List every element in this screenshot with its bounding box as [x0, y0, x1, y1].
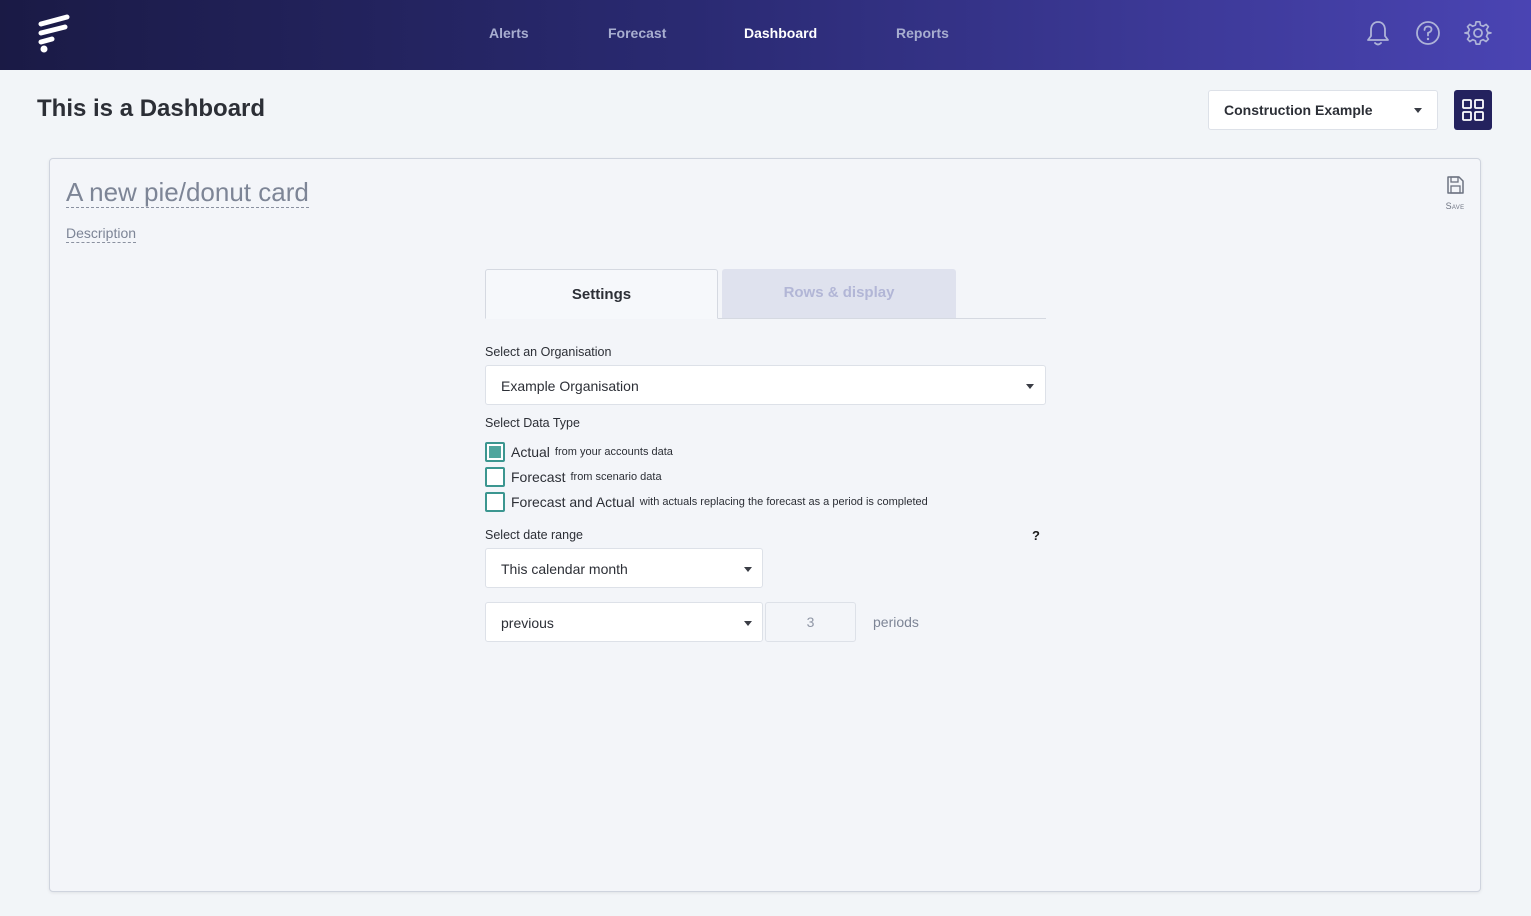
period-direction-select[interactable]: previous: [485, 602, 763, 642]
checkbox-forecast-and-actual[interactable]: [485, 492, 505, 512]
data-type-option-actual[interactable]: Actual from your accounts data: [485, 442, 673, 462]
date-range-select[interactable]: This calendar month: [485, 548, 763, 588]
nav-dashboard[interactable]: Dashboard: [744, 25, 817, 41]
periods-unit-label: periods: [873, 614, 919, 630]
top-nav-bar: Alerts Forecast Dashboard Reports: [0, 0, 1531, 70]
checkbox-actual[interactable]: [485, 442, 505, 462]
grid-icon: [1462, 99, 1484, 121]
date-range-help-icon[interactable]: ?: [1032, 528, 1040, 543]
chevron-down-icon: [744, 621, 752, 626]
data-type-option-forecast[interactable]: Forecast from scenario data: [485, 467, 662, 487]
card-title-input[interactable]: A new pie/donut card: [66, 177, 309, 208]
save-icon: [1447, 176, 1464, 194]
option-hint: with actuals replacing the forecast as a…: [639, 496, 928, 508]
option-hint: from your accounts data: [554, 446, 673, 458]
help-circle-icon[interactable]: [1415, 19, 1441, 47]
period-direction-value: previous: [501, 615, 554, 631]
organisation-label: Select an Organisation: [485, 345, 612, 359]
tab-rows-display[interactable]: Rows & display: [722, 269, 956, 318]
option-label: Forecast and Actual: [511, 494, 635, 510]
chevron-down-icon: [1026, 384, 1034, 389]
save-button[interactable]: Save: [1440, 175, 1470, 211]
tab-settings[interactable]: Settings: [485, 269, 718, 319]
date-range-label: Select date range: [485, 528, 583, 542]
organisation-select[interactable]: Example Organisation: [485, 365, 1046, 405]
date-range-select-value: This calendar month: [501, 561, 628, 577]
option-label: Actual: [511, 444, 550, 460]
option-label: Forecast: [511, 469, 566, 485]
gear-icon[interactable]: [1464, 19, 1492, 47]
dashboard-selector-value: Construction Example: [1224, 102, 1373, 118]
nav-alerts[interactable]: Alerts: [489, 25, 529, 41]
data-type-option-forecast-and-actual[interactable]: Forecast and Actual with actuals replaci…: [485, 492, 928, 512]
card-description-input[interactable]: Description: [66, 225, 137, 243]
data-type-label: Select Data Type: [485, 416, 580, 430]
card-editor: A new pie/donut card Description Save Ro…: [49, 158, 1481, 892]
dashboard-selector[interactable]: Construction Example: [1208, 90, 1438, 130]
app-logo[interactable]: [38, 14, 72, 54]
bell-icon[interactable]: [1365, 19, 1391, 47]
checkbox-forecast[interactable]: [485, 467, 505, 487]
save-label: Save: [1445, 201, 1465, 211]
organisation-select-value: Example Organisation: [501, 378, 639, 394]
option-hint: from scenario data: [570, 471, 662, 483]
page-title: This is a Dashboard: [37, 95, 266, 122]
period-count-input[interactable]: [765, 602, 856, 642]
nav-forecast[interactable]: Forecast: [608, 25, 666, 41]
nav-reports[interactable]: Reports: [896, 25, 949, 41]
chevron-down-icon: [744, 567, 752, 572]
chevron-down-icon: [1414, 108, 1422, 113]
layout-grid-button[interactable]: [1454, 90, 1492, 130]
